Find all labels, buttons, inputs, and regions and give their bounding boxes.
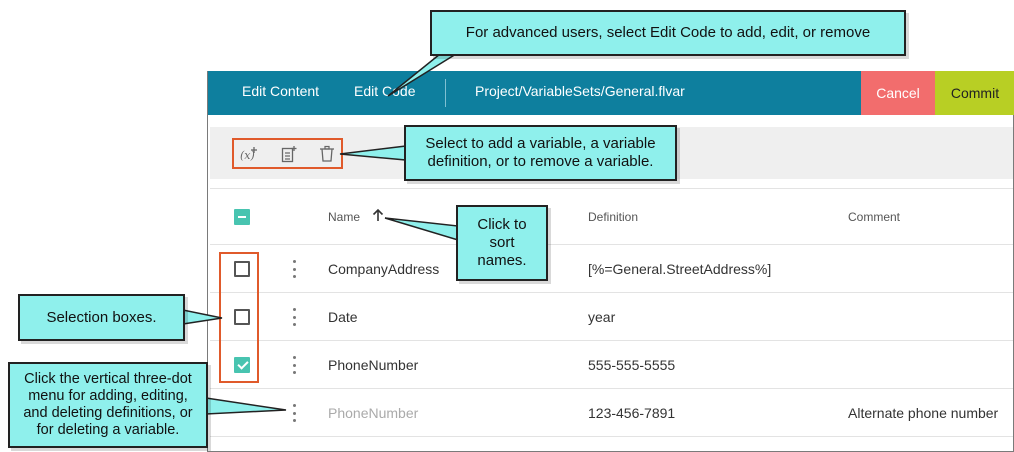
variable-name: PhoneNumber bbox=[328, 405, 419, 421]
vertical-dots-menu-icon[interactable] bbox=[291, 404, 297, 422]
commit-button[interactable]: Commit bbox=[935, 71, 1014, 115]
callout-line: Select to add a variable, a variable bbox=[425, 135, 656, 152]
callout-line: names. bbox=[477, 252, 527, 269]
callout-selection-boxes: Selection boxes. bbox=[18, 294, 185, 341]
variable-name: Date bbox=[328, 309, 358, 325]
table-header-row: Name Definition Comment bbox=[210, 188, 1013, 245]
callout-text-block: Select to add a variable, a variable def… bbox=[425, 135, 655, 171]
vertical-dots-menu-icon[interactable] bbox=[291, 308, 297, 326]
callout-line: definition, or to remove a variable. bbox=[427, 153, 654, 170]
trash-icon[interactable] bbox=[316, 144, 338, 164]
toolbar-highlight: (x) bbox=[232, 138, 343, 169]
vertical-dots-menu-icon[interactable] bbox=[291, 260, 297, 278]
callout-line: and deleting definitions, or bbox=[23, 405, 193, 421]
editor-topbar: Edit Content Edit Code Project/VariableS… bbox=[208, 71, 1014, 115]
callout-line: sort bbox=[489, 234, 515, 251]
variable-definition: [%=General.StreetAddress%] bbox=[588, 261, 772, 277]
tab-edit-content[interactable]: Edit Content bbox=[242, 71, 320, 115]
table-row[interactable]: CompanyAddress [%=General.StreetAddress%… bbox=[210, 245, 1013, 293]
table-row[interactable]: PhoneNumber 555-555-5555 bbox=[210, 341, 1013, 389]
topbar-divider bbox=[445, 79, 446, 107]
callout-line: for deleting a variable. bbox=[36, 422, 180, 438]
callout-text: For advanced users, select Edit Code to … bbox=[465, 24, 871, 41]
cancel-button[interactable]: Cancel bbox=[861, 71, 935, 115]
table-row[interactable]: PhoneNumber 123-456-7891 Alternate phone… bbox=[210, 389, 1013, 437]
variable-name: PhoneNumber bbox=[328, 357, 419, 373]
add-variable-icon[interactable]: (x) bbox=[238, 144, 260, 164]
column-header-definition[interactable]: Definition bbox=[588, 210, 638, 224]
column-header-name[interactable]: Name bbox=[328, 210, 360, 224]
callout-text-block: Click to sort names. bbox=[477, 216, 526, 270]
select-all-checkbox[interactable] bbox=[234, 209, 250, 225]
file-path: Project/VariableSets/General.flvar bbox=[475, 83, 685, 99]
arrow-up-icon[interactable] bbox=[372, 208, 384, 225]
callout-sort: Click to sort names. bbox=[456, 205, 548, 281]
variable-comment: Alternate phone number bbox=[848, 405, 999, 421]
callout-toolbar: Select to add a variable, a variable def… bbox=[404, 125, 677, 181]
callout-line: Click the vertical three-dot bbox=[24, 371, 192, 387]
vertical-dots-menu-icon[interactable] bbox=[291, 356, 297, 374]
variable-definition: 123-456-7891 bbox=[588, 405, 676, 421]
callout-line: Click to bbox=[477, 216, 527, 233]
callout-dots-menu: Click the vertical three-dot menu for ad… bbox=[8, 362, 208, 448]
variable-name: CompanyAddress bbox=[328, 261, 440, 277]
variable-definition: year bbox=[588, 309, 616, 325]
callout-text-block: Click the vertical three-dot menu for ad… bbox=[23, 371, 192, 439]
tab-edit-code[interactable]: Edit Code bbox=[354, 71, 415, 115]
callout-line: menu for adding, editing, bbox=[28, 388, 188, 404]
svg-text:(x): (x) bbox=[240, 149, 255, 162]
variable-definition: 555-555-5555 bbox=[588, 357, 676, 373]
add-definition-icon[interactable] bbox=[278, 144, 300, 164]
callout-text: Selection boxes. bbox=[46, 308, 157, 326]
table-row[interactable]: Date year bbox=[210, 293, 1013, 341]
callout-edit-code: For advanced users, select Edit Code to … bbox=[430, 10, 906, 56]
selection-boxes-highlight bbox=[219, 252, 259, 383]
column-header-comment[interactable]: Comment bbox=[848, 210, 900, 224]
